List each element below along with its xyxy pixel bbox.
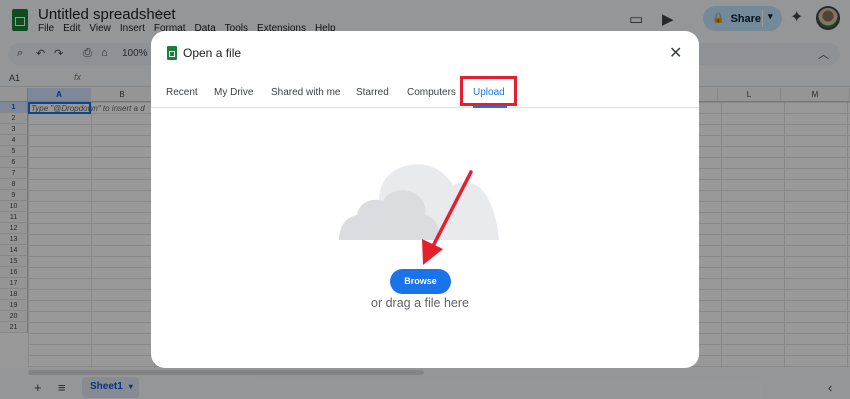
sheets-logo-icon [167, 46, 177, 60]
open-file-dialog: Open a file ✕ Recent My Drive Shared wit… [151, 31, 699, 368]
upload-tab-highlight [460, 76, 517, 106]
dialog-tabs: Recent My Drive Shared with me Starred C… [151, 75, 699, 108]
tab-recent[interactable]: Recent [166, 87, 198, 98]
tab-computers[interactable]: Computers [407, 87, 456, 98]
tab-my-drive[interactable]: My Drive [214, 87, 253, 98]
drag-drop-text: or drag a file here [371, 296, 469, 310]
tab-shared-with-me[interactable]: Shared with me [271, 87, 340, 98]
close-icon[interactable]: ✕ [669, 43, 682, 63]
dialog-title: Open a file [183, 46, 242, 60]
active-tab-indicator [473, 106, 507, 108]
cloud-upload-illustration [339, 164, 499, 240]
browse-button[interactable]: Browse [390, 269, 451, 294]
tab-starred[interactable]: Starred [356, 87, 389, 98]
